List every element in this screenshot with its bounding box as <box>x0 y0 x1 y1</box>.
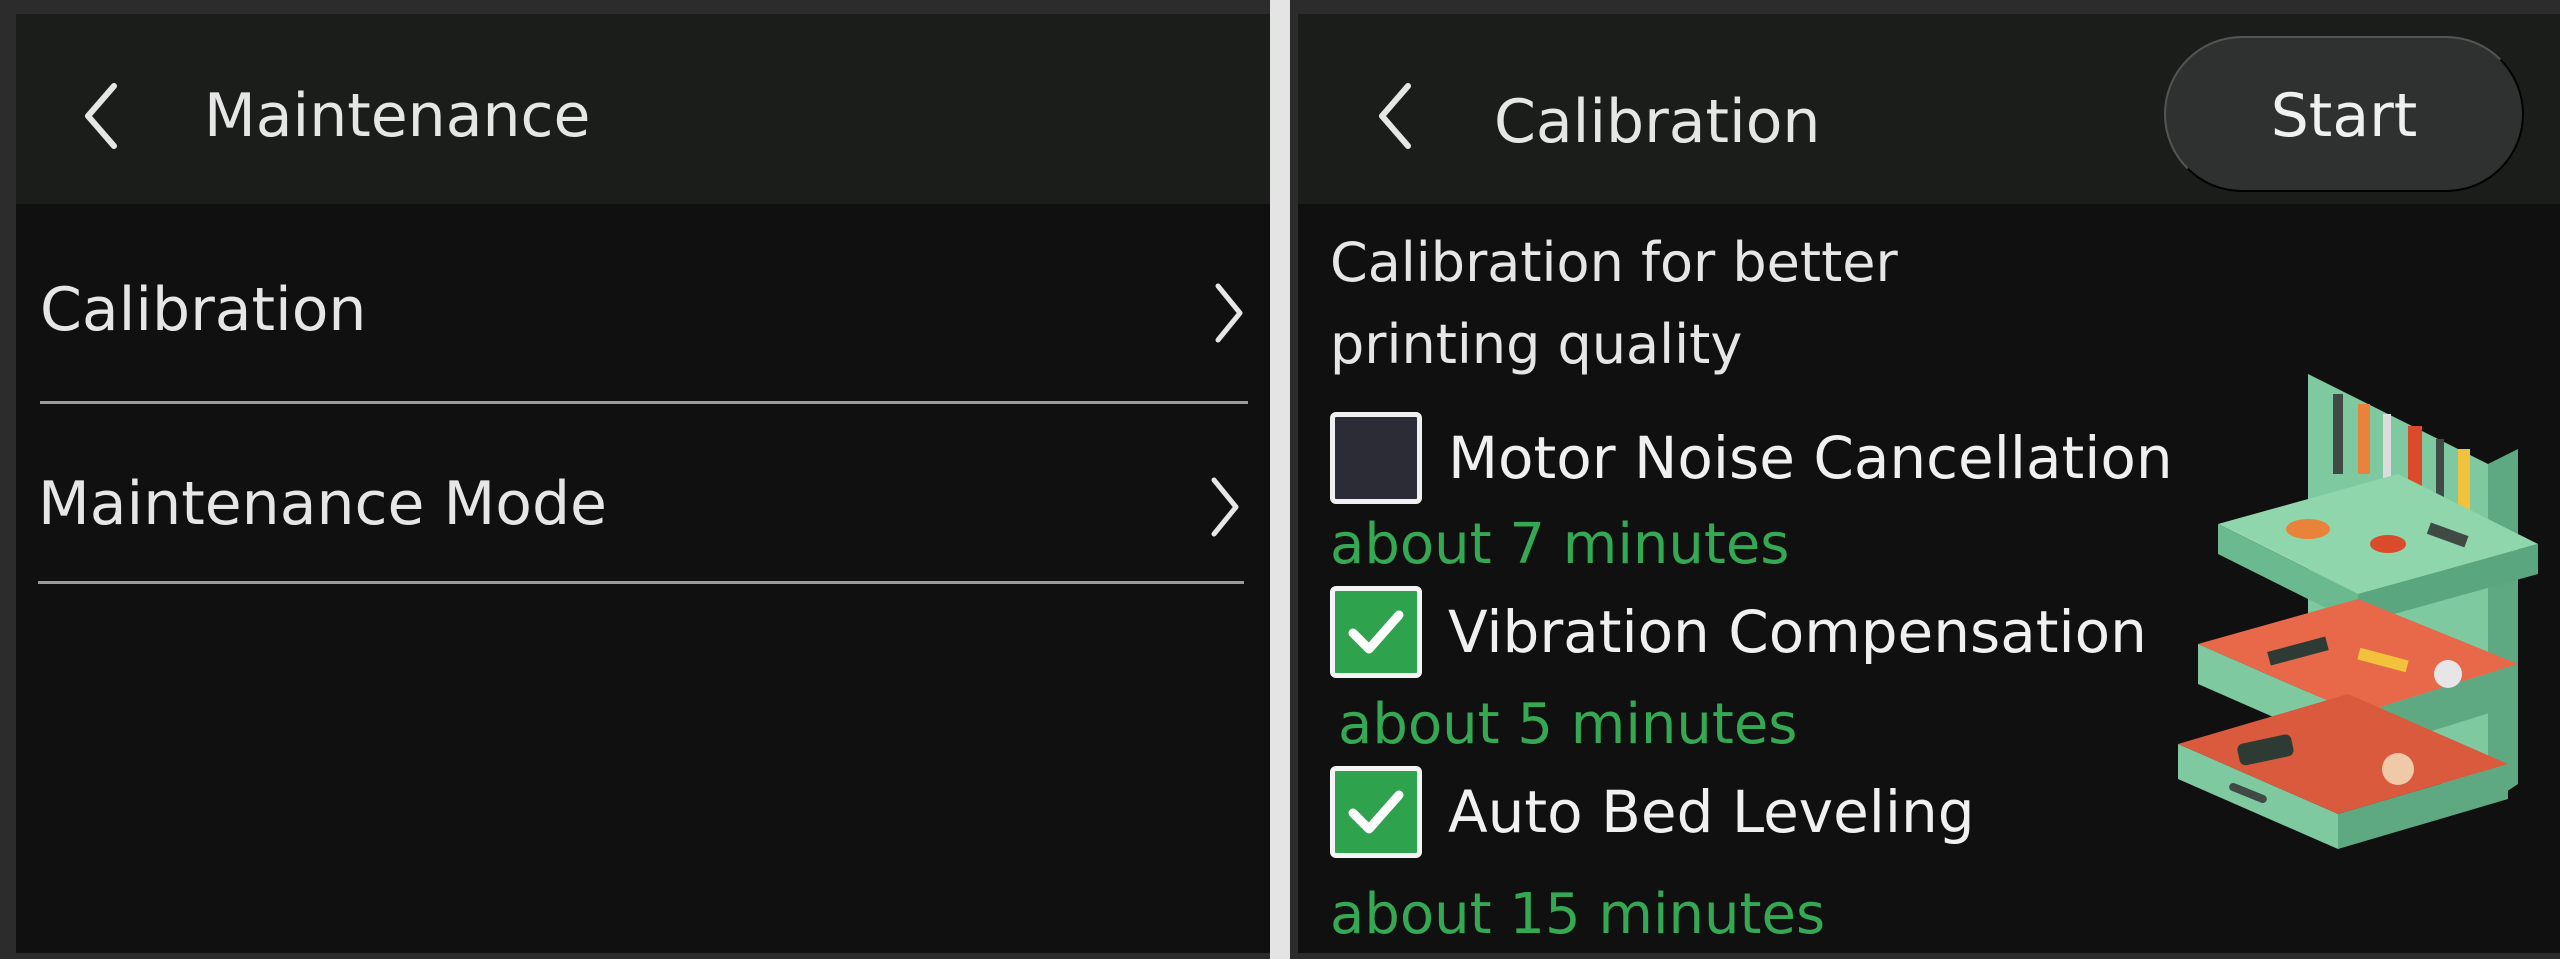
chevron-right-icon <box>1208 278 1248 348</box>
checkmark-icon <box>1348 610 1404 654</box>
page-title: Maintenance <box>204 81 591 151</box>
checkbox[interactable] <box>1330 586 1422 678</box>
toolbox-illustration <box>2158 344 2560 864</box>
intro-text: Calibration for better printing quality <box>1330 231 1898 376</box>
menu-item-maintenance-mode[interactable]: Maintenance Mode <box>38 394 1244 584</box>
option-duration: about 15 minutes <box>1330 882 1826 947</box>
back-chevron-icon[interactable] <box>1370 76 1420 156</box>
option-duration: about 5 minutes <box>1338 692 1798 757</box>
chevron-right-icon <box>1204 472 1244 542</box>
checkbox[interactable] <box>1330 412 1422 504</box>
option-name: Auto Bed Leveling <box>1448 778 1975 846</box>
option-duration: about 7 minutes <box>1330 512 1790 577</box>
page-title: Calibration <box>1494 87 1821 157</box>
maintenance-screen: Maintenance Calibration Maintenance Mode <box>0 0 1270 959</box>
divider <box>38 581 1244 584</box>
option-name: Motor Noise Cancellation <box>1448 424 2173 492</box>
checkmark-icon <box>1348 790 1404 834</box>
menu-item-calibration[interactable]: Calibration <box>40 214 1248 404</box>
calibration-screen: Calibration Start Calibration for better… <box>1290 0 2560 959</box>
start-button[interactable]: Start <box>2164 36 2524 192</box>
menu-item-label: Maintenance Mode <box>38 469 607 539</box>
menu-item-label: Calibration <box>40 275 367 345</box>
option-name: Vibration Compensation <box>1448 598 2147 666</box>
calibration-header: Calibration Start <box>1298 14 2560 204</box>
back-chevron-icon[interactable] <box>76 76 126 156</box>
maintenance-header: Maintenance <box>16 14 1270 204</box>
checkbox[interactable] <box>1330 766 1422 858</box>
